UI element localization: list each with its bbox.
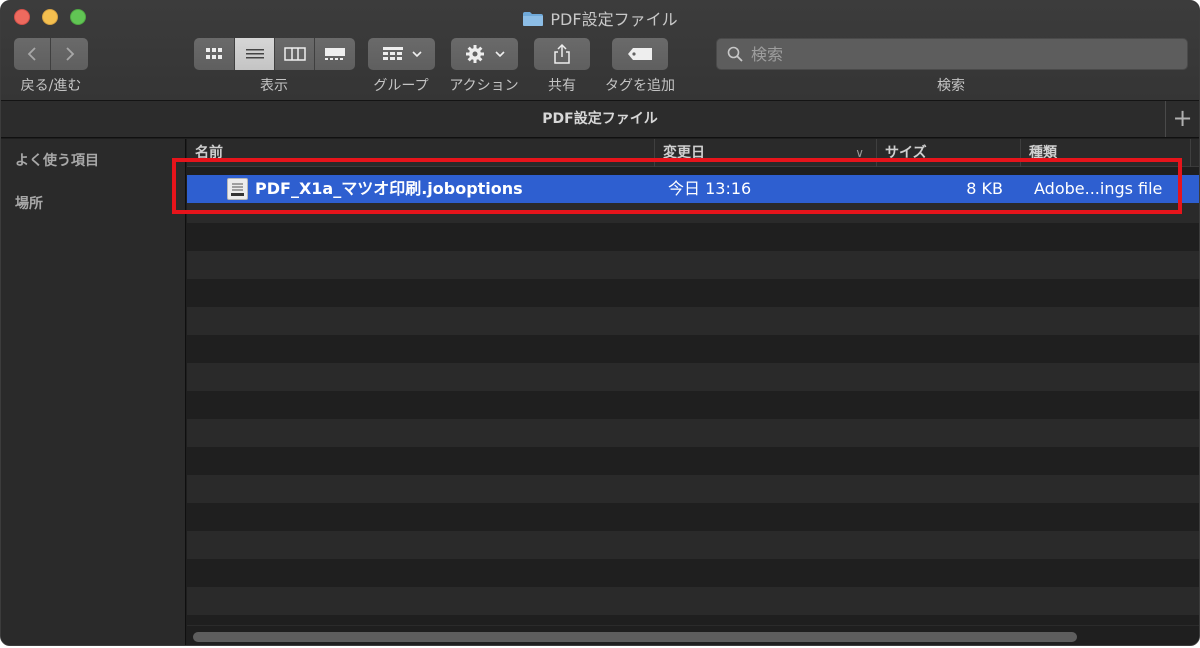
group-icon	[382, 47, 403, 60]
window-title: PDF設定ファイル	[1, 6, 1199, 30]
nav-label: 戻る/進む	[20, 78, 82, 94]
tag-icon	[628, 48, 652, 60]
icon-view-icon	[206, 48, 222, 59]
file-list: 名前 変更日 ∨ サイズ 種類 PDF_X1a_マツオ印刷.joboptions…	[187, 139, 1199, 645]
chevron-down-icon	[411, 51, 422, 58]
group-button[interactable]	[368, 38, 435, 70]
group-control	[368, 38, 435, 70]
search-label: 検索	[937, 78, 965, 94]
forward-button[interactable]	[51, 38, 88, 70]
finder-window: PDF設定ファイル 戻る/進む 表示 グループ アクション 共有 タグを追加 検…	[0, 0, 1200, 646]
scrollbar-thumb[interactable]	[193, 632, 1077, 642]
column-header-size[interactable]: サイズ	[877, 139, 1021, 167]
gallery-view-button[interactable]	[315, 38, 355, 70]
new-tab-button[interactable]: +	[1165, 101, 1199, 137]
chevron-down-icon	[494, 51, 505, 58]
path-bar-title: PDF設定ファイル	[542, 111, 658, 127]
view-label: 表示	[260, 78, 288, 94]
gallery-view-icon	[325, 48, 345, 60]
add-tag-button[interactable]	[612, 38, 668, 70]
action-label: アクション	[449, 78, 519, 94]
back-button[interactable]	[14, 38, 51, 70]
list-view-icon	[245, 49, 264, 59]
column-header-name[interactable]: 名前	[187, 139, 655, 167]
forward-icon	[65, 47, 74, 61]
column-view-button[interactable]	[275, 38, 315, 70]
share-icon	[554, 43, 570, 64]
list-background	[187, 167, 1199, 645]
horizontal-scrollbar[interactable]	[187, 625, 1199, 645]
sidebar-locations-header[interactable]: 場所	[15, 193, 43, 213]
icon-view-button[interactable]	[194, 38, 235, 70]
action-button[interactable]	[451, 38, 518, 70]
table-row[interactable]: PDF_X1a_マツオ印刷.joboptions 今日 13:16 8 KB A…	[187, 175, 1199, 203]
gear-icon	[465, 45, 484, 63]
action-control	[451, 38, 518, 70]
share-button[interactable]	[534, 38, 590, 70]
column-header-date[interactable]: 変更日 ∨	[655, 139, 877, 167]
column-header-kind[interactable]: 種類	[1021, 139, 1191, 167]
chevron-down-icon: ∨	[855, 146, 864, 160]
window-title-text: PDF設定ファイル	[550, 10, 678, 29]
group-label: グループ	[373, 78, 429, 94]
back-icon	[27, 47, 36, 61]
path-bar: PDF設定ファイル +	[1, 101, 1199, 138]
search-input[interactable]	[751, 44, 1151, 64]
tag-label: タグを追加	[605, 78, 675, 94]
sidebar-favorites-header[interactable]: よく使う項目	[15, 150, 99, 170]
plus-icon: +	[1172, 104, 1193, 132]
file-icon	[227, 178, 248, 200]
view-mode-control	[194, 38, 355, 70]
nav-buttons	[14, 38, 88, 70]
tag-control	[612, 38, 668, 70]
file-name: PDF_X1a_マツオ印刷.joboptions	[255, 179, 523, 198]
column-view-icon	[283, 47, 306, 61]
sidebar: よく使う項目 場所	[1, 139, 186, 645]
file-date: 今日 13:16	[668, 179, 752, 198]
file-kind: Adobe...ings file	[1034, 179, 1163, 198]
share-label: 共有	[548, 78, 576, 94]
folder-icon	[523, 12, 544, 26]
list-view-button[interactable]	[235, 38, 275, 70]
column-header: 名前 変更日 ∨ サイズ 種類	[187, 139, 1199, 167]
search-icon	[727, 46, 743, 62]
search-field[interactable]	[716, 38, 1188, 70]
toolbar: PDF設定ファイル 戻る/進む 表示 グループ アクション 共有 タグを追加 検…	[1, 1, 1199, 101]
file-size: 8 KB	[966, 179, 1003, 198]
share-control	[534, 38, 590, 70]
